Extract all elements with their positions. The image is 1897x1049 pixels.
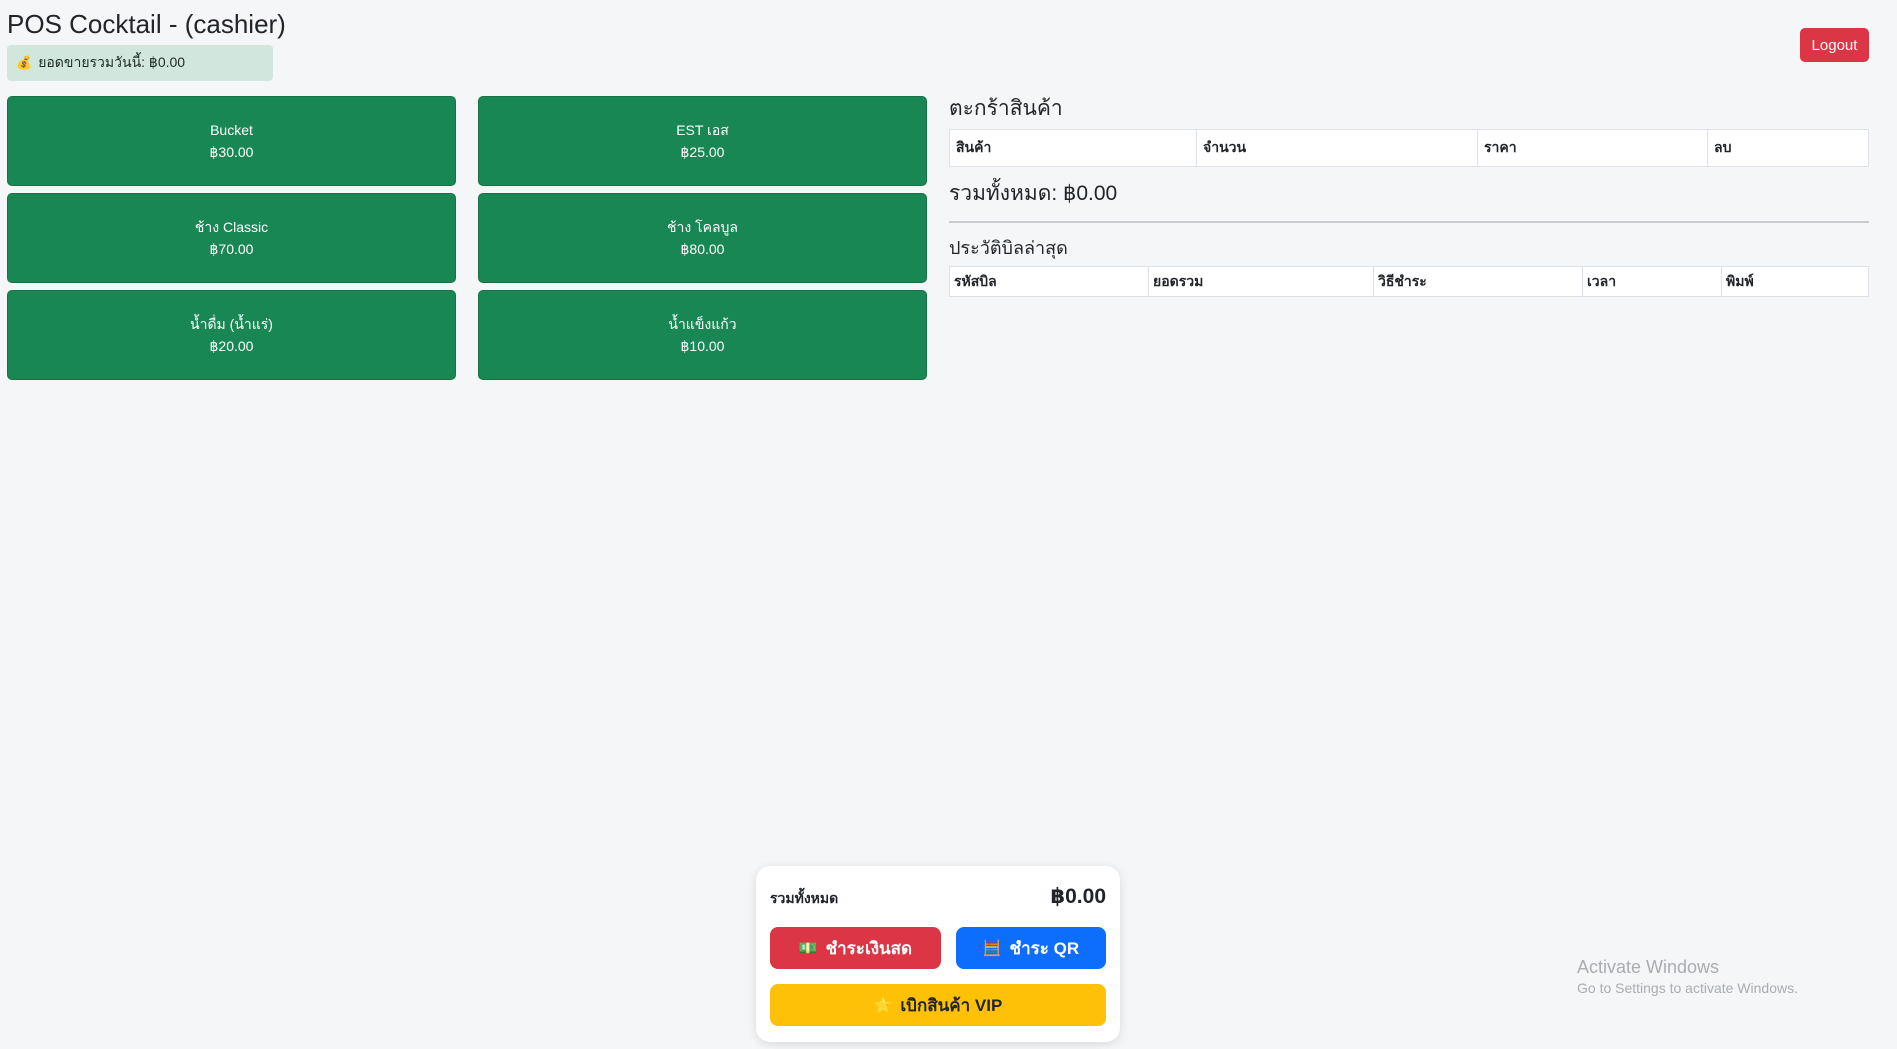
product-name: ช้าง โคลบูล	[666, 219, 739, 235]
product-grid: Bucket ฿30.00 EST เอส ฿25.00 ช้าง Classi…	[7, 96, 927, 380]
logout-button[interactable]: Logout	[1800, 28, 1869, 62]
product-card-bucket[interactable]: Bucket ฿30.00	[7, 96, 456, 186]
pos-page: POS Cocktail - (cashier) 💰 ยอดขายรวมวันน…	[0, 0, 1897, 1049]
product-price: ฿20.00	[209, 338, 254, 354]
product-price: ฿80.00	[680, 241, 725, 257]
pay-qr-label: ชำระ QR	[1009, 938, 1080, 958]
cart-col-price: ราคา	[1477, 129, 1708, 167]
product-name: EST เอส	[676, 122, 729, 138]
product-price: ฿70.00	[209, 241, 254, 257]
product-name: น้ำดื่ม (น้ำแร่)	[190, 316, 273, 332]
pay-cash-label: ชำระเงินสด	[825, 938, 913, 958]
history-header-row: รหัสบิล ยอดรวม วิธีชำระ เวลา พิมพ์	[949, 266, 1869, 297]
star-icon: ⭐	[873, 997, 893, 1014]
cart-col-qty: จำนวน	[1196, 129, 1478, 167]
product-price: ฿30.00	[209, 144, 254, 160]
history-col-total: ยอดรวม	[1148, 266, 1374, 297]
vip-withdraw-label: เบิกสินค้า VIP	[900, 995, 1003, 1015]
product-card-mineral-water[interactable]: น้ำดื่ม (น้ำแร่) ฿20.00	[7, 290, 456, 380]
qr-icon: 🧮	[982, 940, 1002, 957]
sales-today-text: ยอดขายรวมวันนี้: ฿0.00	[38, 54, 186, 70]
product-card-chang-classic[interactable]: ช้าง Classic ฿70.00	[7, 193, 456, 283]
cart-col-product: สินค้า	[949, 129, 1197, 167]
product-price: ฿10.00	[680, 338, 725, 354]
cart-col-delete: ลบ	[1707, 129, 1869, 167]
history-col-bill-id: รหัสบิล	[949, 266, 1149, 297]
product-name: ช้าง Classic	[194, 219, 269, 235]
pay-cash-button[interactable]: 💵 ชำระเงินสด	[770, 927, 941, 969]
cart-header-row: สินค้า จำนวน ราคา ลบ	[949, 129, 1869, 167]
checkout-total-label: รวมทั้งหมด	[770, 890, 839, 906]
history-col-payment: วิธีชำระ	[1373, 266, 1583, 297]
cart-table: สินค้า จำนวน ราคา ลบ	[949, 129, 1869, 167]
history-col-print: พิมพ์	[1721, 266, 1869, 297]
vip-withdraw-button[interactable]: ⭐ เบิกสินค้า VIP	[770, 984, 1106, 1026]
watermark-subtitle: Go to Settings to activate Windows.	[1577, 980, 1798, 996]
product-card-ice-glass[interactable]: น้ำแข็งแก้ว ฿10.00	[478, 290, 927, 380]
product-price: ฿25.00	[680, 144, 725, 160]
watermark-title: Activate Windows	[1577, 957, 1720, 977]
divider	[949, 221, 1869, 223]
activate-windows-watermark: Activate Windows Go to Settings to activ…	[1577, 956, 1798, 998]
product-card-est[interactable]: EST เอส ฿25.00	[478, 96, 927, 186]
pay-qr-button[interactable]: 🧮 ชำระ QR	[956, 927, 1106, 969]
history-col-time: เวลา	[1582, 266, 1722, 297]
product-card-chang-cold-brew[interactable]: ช้าง โคลบูล ฿80.00	[478, 193, 927, 283]
page-title: POS Cocktail - (cashier)	[7, 9, 286, 39]
cart-title: ตะกร้าสินค้า	[949, 97, 1063, 120]
cart-total: รวมทั้งหมด: ฿0.00	[949, 182, 1118, 205]
checkout-panel: รวมทั้งหมด ฿0.00 💵 ชำระเงินสด 🧮 ชำระ QR …	[756, 866, 1120, 1042]
checkout-total-value: ฿0.00	[1050, 885, 1106, 908]
history-title: ประวัติบิลล่าสุด	[949, 238, 1068, 258]
money-bag-icon: 💰	[16, 55, 33, 70]
sales-today-badge: 💰 ยอดขายรวมวันนี้: ฿0.00	[7, 45, 273, 81]
product-name: Bucket	[210, 122, 253, 138]
product-name: น้ำแข็งแก้ว	[668, 316, 737, 332]
cash-icon: 💵	[798, 940, 818, 957]
history-table: รหัสบิล ยอดรวม วิธีชำระ เวลา พิมพ์	[949, 266, 1869, 297]
